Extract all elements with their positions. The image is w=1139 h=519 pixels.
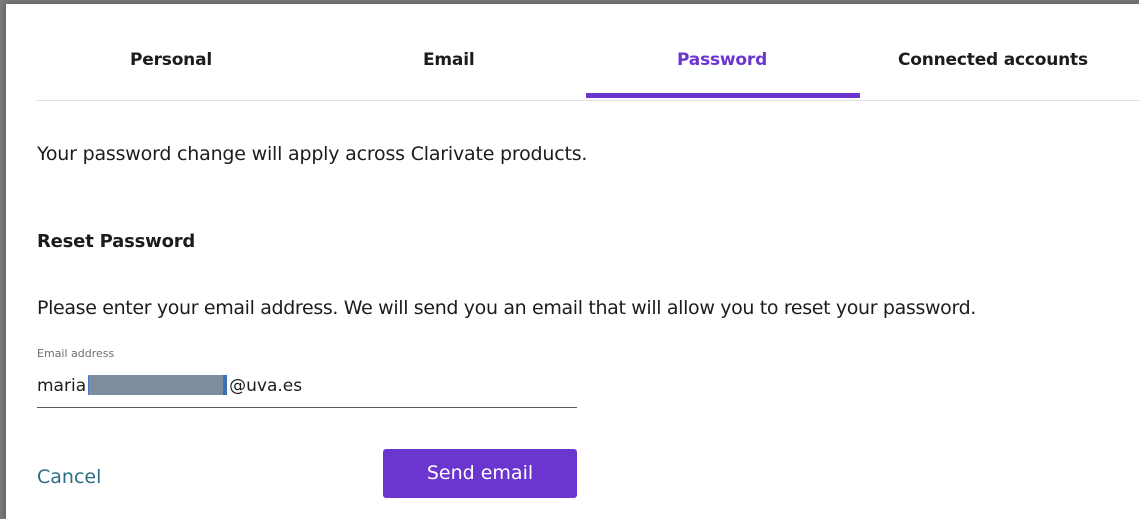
email-value-suffix: @uva.es <box>229 376 303 396</box>
password-scope-note: Your password change will apply across C… <box>37 143 588 165</box>
account-settings-panel: Personal Email Password Connected accoun… <box>6 4 1139 519</box>
active-tab-indicator <box>586 93 860 98</box>
reset-instructions: Please enter your email address. We will… <box>37 297 976 319</box>
email-value-prefix: maria <box>37 376 87 396</box>
email-field[interactable]: maria @uva.es <box>37 371 577 408</box>
email-field-value: maria @uva.es <box>37 375 302 396</box>
redaction-block <box>88 375 228 395</box>
send-email-button[interactable]: Send email <box>383 449 577 498</box>
email-field-label: Email address <box>37 347 115 360</box>
tab-personal[interactable]: Personal <box>130 50 212 70</box>
reset-password-heading: Reset Password <box>37 231 196 252</box>
tab-connected-accounts[interactable]: Connected accounts <box>898 50 1088 70</box>
settings-tabs: Personal Email Password Connected accoun… <box>37 4 1139 101</box>
tab-password[interactable]: Password <box>677 50 767 70</box>
tab-email[interactable]: Email <box>423 50 475 70</box>
cancel-link[interactable]: Cancel <box>37 466 101 488</box>
